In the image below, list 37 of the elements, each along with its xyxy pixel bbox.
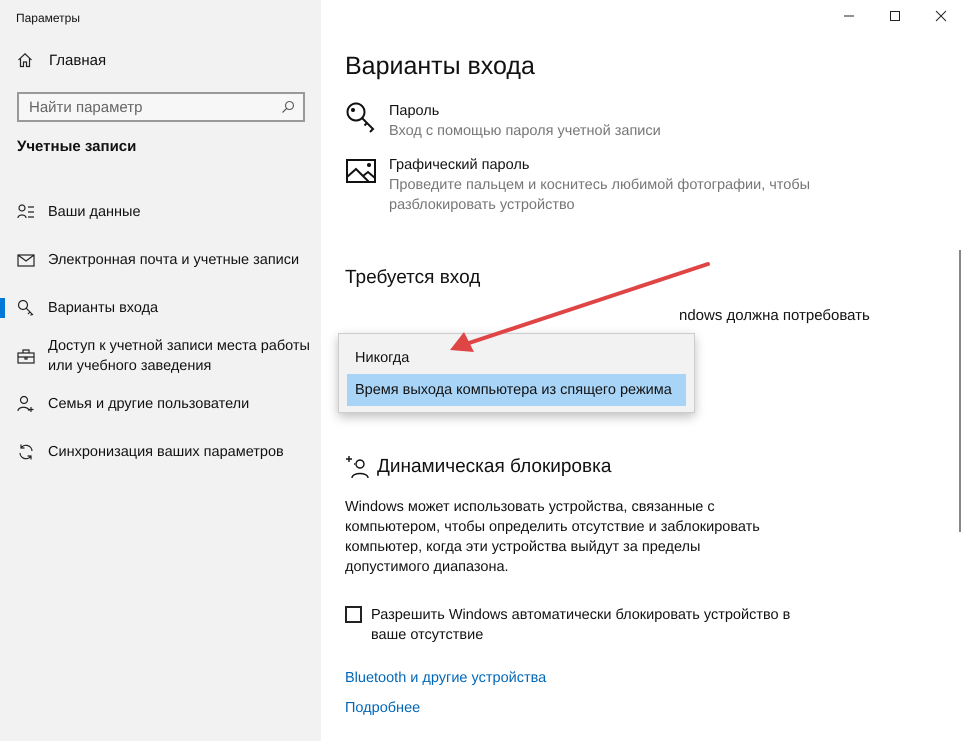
- nav-item[interactable]: Электронная почта и учетные записи: [0, 236, 321, 284]
- home-link[interactable]: Главная: [0, 46, 321, 74]
- sparkle-person-icon: [345, 455, 369, 479]
- scrollbar[interactable]: [959, 250, 961, 532]
- key-icon: [345, 101, 377, 133]
- person-list-icon: [17, 203, 35, 221]
- checkbox[interactable]: [345, 606, 362, 623]
- page-title: Варианты входа: [345, 52, 536, 81]
- link[interactable]: Bluetooth и другие устройства: [345, 670, 546, 686]
- option-description: Проведите пальцем и коснитесь любимой фотографии, чтобы разблокировать устройство: [389, 176, 812, 215]
- close-icon: [935, 10, 947, 22]
- option-description: Вход с помощью пароля учетной записи: [389, 122, 662, 141]
- dropdown-option[interactable]: Время выхода компьютера из спящего режима: [347, 374, 686, 406]
- link[interactable]: Подробнее: [345, 700, 420, 716]
- section-heading: Требуется вход: [345, 267, 482, 289]
- option-title[interactable]: Графический пароль: [389, 155, 814, 175]
- nav-item[interactable]: Ваши данные: [0, 188, 321, 236]
- section-heading: Учетные записи: [16, 137, 138, 155]
- option-title[interactable]: Пароль: [389, 101, 814, 121]
- dropdown-option[interactable]: Никогда: [347, 342, 686, 374]
- nav-item[interactable]: Синхронизация ваших параметров: [0, 428, 321, 476]
- search-icon: [281, 100, 295, 114]
- search-field[interactable]: Найти параметр: [17, 92, 305, 122]
- key-icon: [17, 299, 35, 317]
- setting-description: ndows должна потребовать: [679, 307, 870, 324]
- section-description: Windows может использовать устройства, связанные с компьютером, чтобы определить отсутствие и заблокировать компьютер, когда эти устройства выйдут за пределы допустимого диапазона.: [345, 498, 761, 577]
- nav-item[interactable]: Варианты входа: [0, 284, 321, 332]
- nav-item[interactable]: Доступ к учетной записи места работы или учебного заведения: [0, 332, 321, 380]
- person-add-icon: [17, 395, 35, 413]
- home-icon: [17, 52, 33, 68]
- sync-icon: [17, 443, 35, 461]
- window-title: Параметры: [15, 10, 81, 27]
- briefcase-icon: [17, 347, 35, 365]
- maximize-icon: [889, 10, 901, 22]
- section-heading: Динамическая блокировка: [377, 456, 612, 478]
- nav-item[interactable]: Семья и другие пользователи: [0, 380, 321, 428]
- checkbox-label: Разрешить Windows автоматически блокировать устройство в ваше отсутствие: [371, 606, 791, 645]
